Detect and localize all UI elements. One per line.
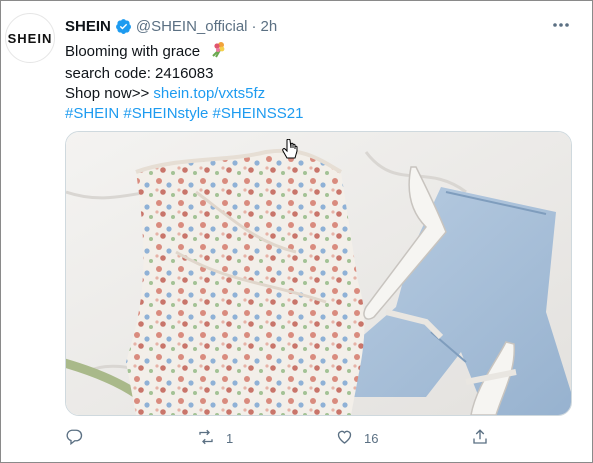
reply-icon bbox=[65, 428, 83, 449]
author-handle[interactable]: @SHEIN_official bbox=[136, 18, 248, 35]
share-button[interactable] bbox=[471, 428, 489, 449]
tweet-line-1-text: Blooming with grace bbox=[65, 43, 201, 60]
tweet-line-1: Blooming with grace bbox=[65, 40, 565, 64]
shop-now-text: Shop now>> bbox=[65, 85, 154, 102]
like-count: 16 bbox=[364, 431, 379, 446]
share-icon bbox=[471, 428, 489, 449]
verified-badge-icon bbox=[115, 18, 132, 35]
retweet-count: 1 bbox=[226, 431, 234, 446]
bouquet-emoji-icon bbox=[208, 40, 226, 64]
separator-dot: · bbox=[251, 17, 257, 35]
like-button[interactable]: 16 bbox=[335, 428, 378, 449]
hashtags[interactable]: #SHEIN #SHEINstyle #SHEINSS21 bbox=[65, 104, 565, 124]
tweet-header: SHEIN @SHEIN_official · 2h bbox=[65, 16, 277, 36]
more-options-icon[interactable] bbox=[549, 15, 573, 35]
mouse-pointer-icon bbox=[281, 138, 299, 166]
timestamp[interactable]: 2h bbox=[261, 18, 278, 35]
reply-button[interactable] bbox=[65, 428, 83, 449]
tweet-line-2: search code: 2416083 bbox=[65, 65, 214, 82]
avatar-logo-text: SHEIN bbox=[7, 30, 53, 46]
photo-image bbox=[66, 132, 571, 415]
author-name[interactable]: SHEIN bbox=[65, 18, 111, 35]
avatar[interactable]: SHEIN bbox=[5, 13, 55, 63]
tweet-actions: 1 16 bbox=[65, 428, 505, 450]
tweet-photo[interactable] bbox=[65, 131, 572, 416]
retweet-icon bbox=[196, 428, 216, 449]
tweet-line-3: Shop now>> shein.top/vxts5fz bbox=[65, 84, 565, 104]
shop-link[interactable]: shein.top/vxts5fz bbox=[153, 85, 265, 102]
heart-icon bbox=[335, 428, 354, 449]
tweet-text: Blooming with grace search code: 2416083… bbox=[65, 40, 565, 124]
retweet-button[interactable]: 1 bbox=[196, 428, 233, 449]
tweet-card[interactable]: SHEIN SHEIN @SHEIN_official · 2h Bloomin… bbox=[0, 0, 593, 463]
